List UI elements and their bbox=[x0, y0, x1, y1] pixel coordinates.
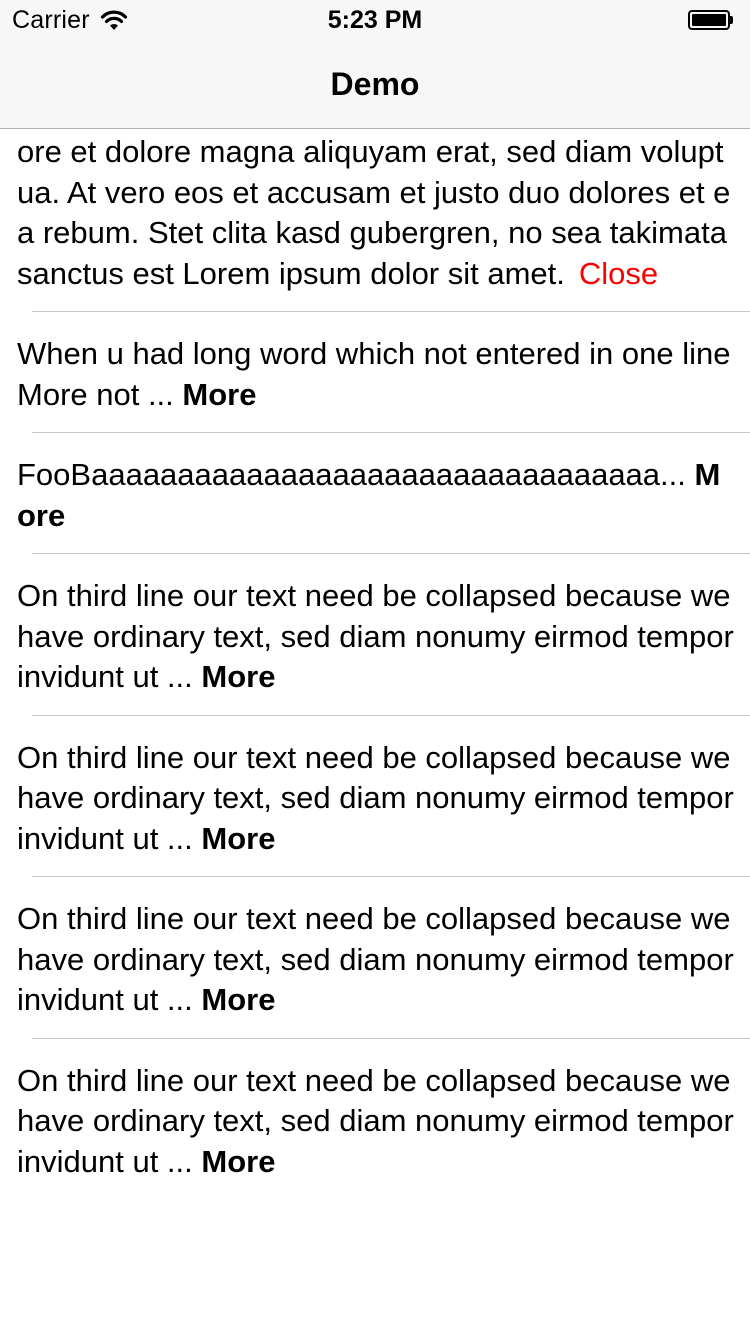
cell-text: On third line our text need be collapsed… bbox=[17, 739, 734, 856]
more-link[interactable]: More bbox=[201, 659, 275, 694]
list-item[interactable]: On third line our text need be collapsed… bbox=[0, 1039, 750, 1201]
nav-title: Demo bbox=[330, 66, 420, 102]
list-item[interactable]: On third line our text need be collapsed… bbox=[0, 716, 750, 878]
more-link[interactable]: More bbox=[201, 1144, 275, 1179]
more-link[interactable]: More bbox=[201, 821, 275, 856]
table-view[interactable]: Lorem ipsum dolor sit amet, consetetur s… bbox=[0, 89, 750, 1334]
navigation-bar: Demo bbox=[0, 40, 750, 129]
cell-text-block: On third line our text need be collapsed… bbox=[17, 1061, 734, 1183]
list-item[interactable]: On third line our text need be collapsed… bbox=[0, 554, 750, 716]
cell-text-block: On third line our text need be collapsed… bbox=[17, 738, 734, 860]
cell-text-block: When u had long word which not entered i… bbox=[17, 334, 734, 415]
close-link[interactable]: Close bbox=[579, 256, 658, 291]
status-time: 5:23 PM bbox=[327, 6, 423, 34]
status-bar: Carrier 5:23 PM bbox=[0, 0, 750, 40]
cell-list: Lorem ipsum dolor sit amet, consetetur s… bbox=[0, 89, 750, 1200]
list-item[interactable]: When u had long word which not entered i… bbox=[0, 312, 750, 433]
list-item[interactable]: On third line our text need be collapsed… bbox=[0, 877, 750, 1039]
cell-text: FooBaaaaaaaaaaaaaaaaaaaaaaaaaaaaaaaaa... bbox=[17, 457, 686, 492]
cell-text: On third line our text need be collapsed… bbox=[17, 578, 734, 694]
more-link[interactable]: More bbox=[201, 982, 275, 1017]
more-link[interactable]: More bbox=[182, 377, 256, 412]
battery-icon bbox=[688, 10, 734, 30]
cell-text-block: FooBaaaaaaaaaaaaaaaaaaaaaaaaaaaaaaaaa...… bbox=[17, 455, 734, 536]
list-item[interactable]: FooBaaaaaaaaaaaaaaaaaaaaaaaaaaaaaaaaa...… bbox=[0, 433, 750, 554]
cell-text: On third line our text need be collapsed… bbox=[17, 901, 734, 1017]
cell-text: On third line our text need be collapsed… bbox=[17, 1062, 734, 1179]
cell-text-block: On third line our text need be collapsed… bbox=[17, 899, 734, 1021]
cell-text: When u had long word which not entered i… bbox=[17, 336, 731, 412]
cell-text-block: On third line our text need be collapsed… bbox=[17, 576, 734, 698]
